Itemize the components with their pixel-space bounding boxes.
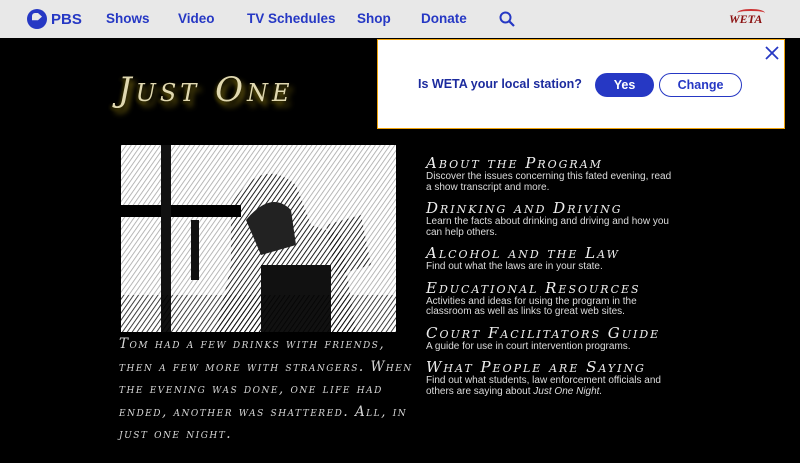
link-court: Court Facilitators Guide A guide for use…: [426, 324, 676, 353]
change-button[interactable]: Change: [659, 73, 742, 97]
link-title[interactable]: Educational Resources: [426, 279, 676, 297]
link-drinking: Drinking and Driving Learn the facts abo…: [426, 199, 676, 238]
station-question: Is WETA your local station?: [418, 77, 582, 91]
link-desc: Find out what the laws are in your state…: [426, 261, 603, 272]
link-desc: A guide for use in court intervention pr…: [426, 340, 631, 352]
link-title[interactable]: About the Program: [426, 154, 676, 172]
link-desc: Activities and ideas for using the progr…: [426, 295, 637, 317]
program-caption: Tom had a few drinks with friends, then …: [119, 336, 413, 442]
pbs-logo-text: PBS: [51, 10, 82, 28]
link-desc: Discover the issues concerning this fate…: [426, 171, 672, 193]
link-law: Alcohol and the Law Find out what the la…: [426, 244, 676, 273]
station-popup: Is WETA your local station? Yes Change: [377, 39, 785, 129]
link-title[interactable]: What People are Saying: [426, 358, 676, 376]
close-icon[interactable]: [765, 46, 779, 60]
search-icon[interactable]: [499, 11, 515, 27]
pbs-head-icon: [27, 9, 47, 29]
link-desc-emphasis: Just One Night.: [533, 385, 603, 397]
nav-tv-schedules[interactable]: TV Schedules: [247, 11, 336, 26]
link-title[interactable]: Court Facilitators Guide: [426, 324, 676, 342]
link-about: About the Program Discover the issues co…: [426, 154, 676, 193]
nav-video[interactable]: Video: [178, 11, 215, 26]
site-header: PBS Shows Video TV Schedules Shop Donate…: [0, 0, 800, 38]
nav-donate[interactable]: Donate: [421, 11, 467, 26]
yes-button[interactable]: Yes: [595, 73, 654, 97]
nav-shows[interactable]: Shows: [106, 11, 150, 26]
link-title[interactable]: Alcohol and the Law: [426, 244, 676, 262]
link-title[interactable]: Drinking and Driving: [426, 199, 676, 217]
link-desc: Find out what students, law enforcement …: [426, 375, 676, 397]
link-people: What People are Saying Find out what stu…: [426, 358, 676, 397]
pbs-logo[interactable]: PBS: [27, 9, 82, 29]
nav-shop[interactable]: Shop: [357, 11, 391, 26]
station-logo[interactable]: WETA: [729, 9, 766, 27]
page-title: Just One: [118, 70, 294, 110]
link-desc: Learn the facts about drinking and drivi…: [426, 216, 669, 238]
program-links: About the Program Discover the issues co…: [426, 154, 676, 403]
link-resources: Educational Resources Activities and ide…: [426, 279, 676, 318]
program-photo: [121, 145, 396, 332]
